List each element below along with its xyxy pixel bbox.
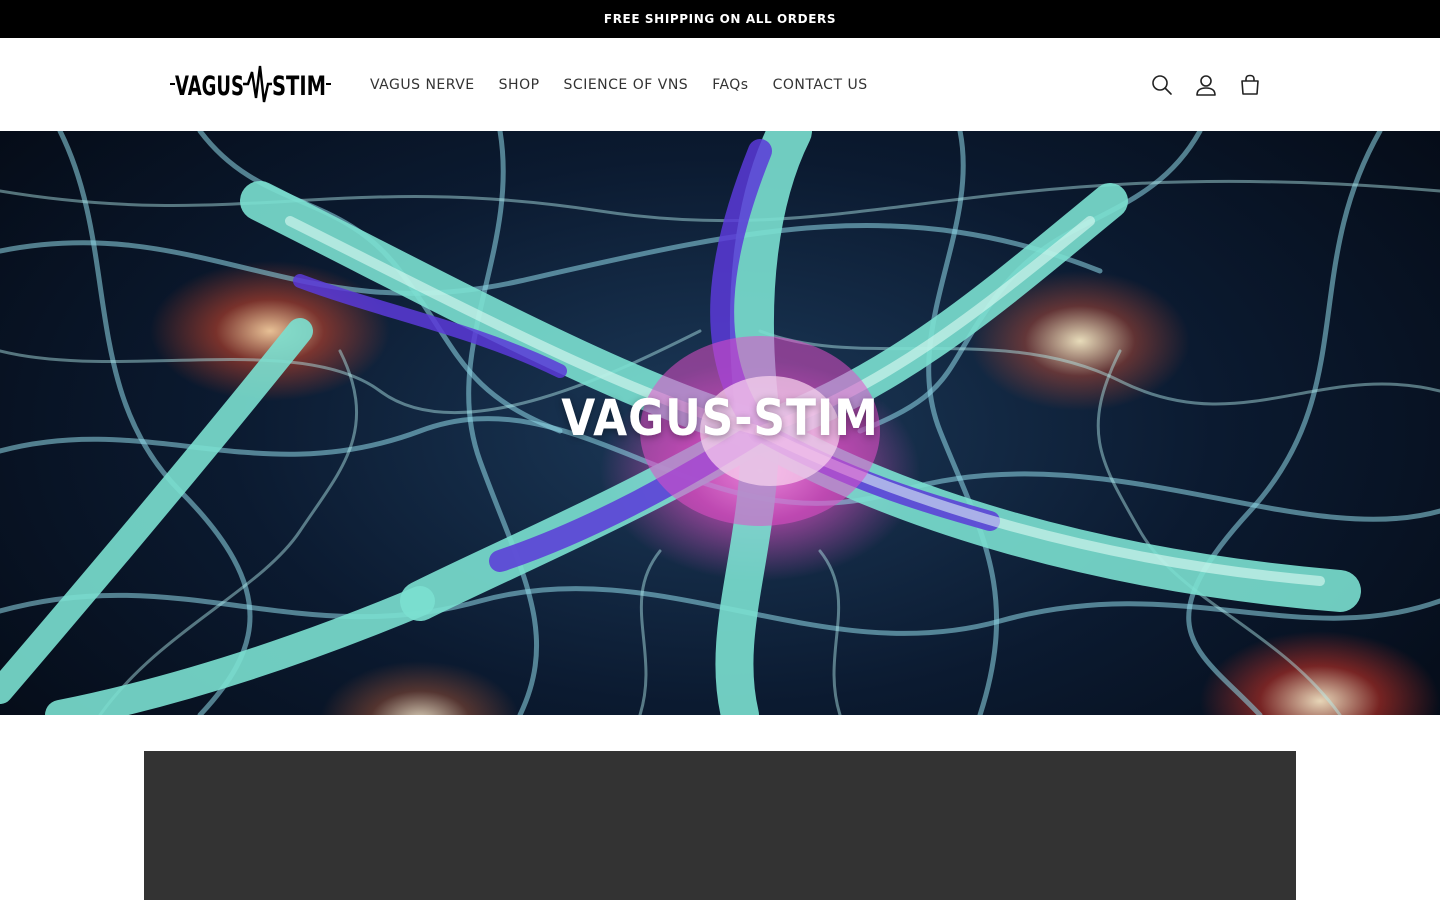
hero-banner: VAGUS-STIM	[0, 131, 1440, 715]
announcement-text: FREE SHIPPING ON ALL ORDERS	[603, 12, 837, 26]
search-icon	[1152, 74, 1172, 95]
dark-content-section	[144, 751, 1296, 900]
site-header: VAGUS STIM VAGUS NERVE SHOP SCIENCE OF V…	[0, 38, 1440, 131]
cart-button[interactable]	[1228, 63, 1272, 107]
account-icon	[1196, 74, 1216, 96]
nav-contact-us[interactable]: CONTACT US	[761, 71, 880, 99]
nav-science-of-vns[interactable]: SCIENCE OF VNS	[552, 71, 701, 99]
header-icons	[1140, 38, 1272, 131]
account-button[interactable]	[1184, 63, 1228, 107]
announcement-bar: FREE SHIPPING ON ALL ORDERS	[0, 0, 1440, 38]
logo-graphic: VAGUS STIM	[170, 65, 331, 103]
hero-title: VAGUS-STIM	[561, 389, 879, 447]
nav-shop[interactable]: SHOP	[487, 71, 552, 99]
main-nav: VAGUS NERVE SHOP SCIENCE OF VNS FAQs CON…	[358, 38, 880, 131]
search-button[interactable]	[1140, 63, 1184, 107]
logo-text-left: VAGUS	[175, 71, 244, 102]
nav-vagus-nerve[interactable]: VAGUS NERVE	[358, 71, 487, 99]
cart-icon	[1241, 74, 1259, 95]
logo-text-right: STIM	[272, 71, 326, 102]
site-logo[interactable]: VAGUS STIM	[170, 62, 332, 106]
nav-faqs[interactable]: FAQs	[700, 71, 760, 99]
